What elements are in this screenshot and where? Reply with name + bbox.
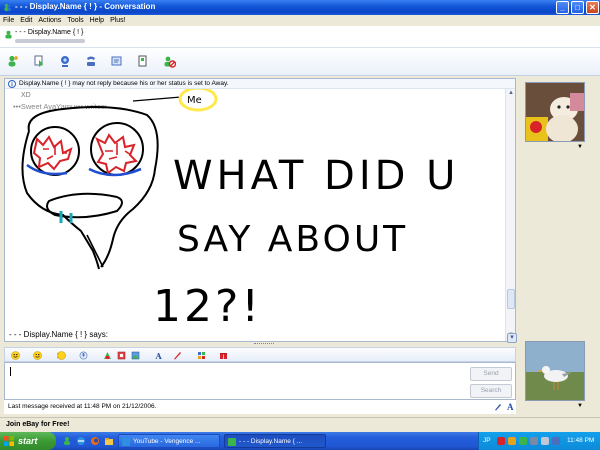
ink-line-3: 12?! — [153, 281, 262, 329]
contact-name[interactable]: - - - Display.Name { ! } — [15, 29, 83, 36]
photo-icon[interactable] — [131, 351, 140, 360]
webcam-icon[interactable] — [58, 54, 72, 68]
type-mode-icon[interactable]: A — [507, 402, 514, 412]
start-label: start — [18, 436, 38, 446]
system-tray: JP 11:48 PM — [478, 432, 600, 450]
minimize-button[interactable]: _ — [556, 1, 569, 14]
menu-tools[interactable]: Tools — [64, 15, 86, 26]
tray-network-icon[interactable] — [530, 437, 538, 445]
title-bar[interactable]: - - - Display.Name { ! } - Conversation … — [0, 0, 600, 15]
message-input[interactable] — [4, 362, 516, 400]
svg-text:A: A — [155, 351, 163, 360]
font-icon[interactable]: A — [155, 351, 164, 360]
contact-photo-icon — [526, 83, 584, 141]
tray-security-icon[interactable] — [508, 437, 516, 445]
color-palette-icon[interactable] — [197, 351, 206, 360]
voice-icon[interactable] — [84, 54, 98, 68]
contact-display-picture[interactable] — [525, 82, 585, 142]
status-line: Last message received at 11:48 PM on 21/… — [4, 400, 516, 414]
search-button[interactable]: Search — [470, 384, 512, 398]
history-scrollbar[interactable]: ▲ ▼ — [505, 89, 515, 341]
menu-edit[interactable]: Edit — [17, 15, 35, 26]
menu-actions[interactable]: Actions — [35, 15, 64, 26]
tray-misc-icon[interactable] — [552, 437, 560, 445]
splitter-grip[interactable] — [254, 343, 274, 345]
task-conversation[interactable]: - - - Display.Name { ... — [224, 434, 326, 448]
handwritten-ink-drawing: Me WHAT DID U SAY ABOUT 12?! — [21, 89, 459, 329]
maximize-button[interactable]: □ — [571, 1, 584, 14]
ink-line-2: SAY ABOUT — [177, 219, 408, 260]
gift-icon[interactable] — [219, 351, 228, 360]
scroll-thumb[interactable] — [507, 289, 515, 309]
block-icon[interactable] — [162, 54, 176, 68]
voice-clip-icon[interactable] — [79, 351, 88, 360]
nudge-icon[interactable] — [57, 351, 66, 360]
emoticon-icon[interactable] — [11, 351, 20, 360]
tray-messenger-icon[interactable] — [519, 437, 527, 445]
my-picture-menu-icon[interactable]: ▼ — [577, 403, 583, 409]
task-youtube-label: YouTube - Vengence ... — [133, 438, 201, 445]
invite-icon[interactable] — [6, 54, 20, 68]
handwriting-pen-icon[interactable] — [173, 351, 182, 360]
send-button[interactable]: Send — [470, 367, 512, 381]
text-caret — [10, 367, 11, 376]
info-icon — [8, 80, 16, 88]
window-title: - - - Display.Name { ! } - Conversation — [15, 2, 156, 11]
menu-file[interactable]: File — [0, 15, 17, 26]
task-conversation-label: - - - Display.Name { ... — [239, 438, 303, 445]
games-icon[interactable] — [136, 54, 150, 68]
contact-header: - - - Display.Name { ! } — [0, 26, 600, 48]
ink-line-1: WHAT DID U — [173, 153, 459, 199]
wink-icon[interactable] — [33, 351, 42, 360]
task-youtube[interactable]: YouTube - Vengence ... — [118, 434, 220, 448]
clock[interactable]: 11:48 PM — [567, 437, 594, 444]
messenger-task-icon — [228, 438, 236, 446]
away-status-message: Display.Name { ! } may not reply because… — [19, 80, 229, 87]
conversation-history[interactable]: Display.Name { ! } may not reply because… — [4, 78, 516, 342]
language-indicator[interactable]: JP — [483, 437, 491, 444]
folder-quicklaunch-icon[interactable] — [104, 436, 114, 446]
background-icon[interactable] — [103, 351, 112, 360]
contact-personal-message — [15, 39, 85, 43]
start-button[interactable]: start — [0, 432, 56, 450]
scroll-up-icon[interactable]: ▲ — [507, 89, 515, 97]
ad-link[interactable]: Join eBay for Free! — [6, 421, 69, 428]
advertisement-bar[interactable]: Join eBay for Free! — [0, 417, 600, 431]
input-toolbar: A — [4, 347, 516, 362]
browser-task-icon — [122, 438, 130, 446]
conversation-toolbar — [0, 48, 600, 76]
windows-flag-icon — [4, 436, 14, 446]
me-label: Me — [187, 95, 202, 106]
winks-icon[interactable] — [117, 351, 126, 360]
close-button[interactable]: ✕ — [586, 1, 599, 14]
contact-status-icon — [5, 30, 12, 39]
my-display-picture[interactable] — [525, 341, 585, 401]
menu-bar: File Edit Actions Tools Help Plus! — [0, 15, 600, 26]
menu-plus[interactable]: Plus! — [107, 15, 129, 26]
activities-icon[interactable] — [110, 54, 124, 68]
sender-says-line: - - - Display.Name { ! } says: — [9, 330, 108, 339]
last-message-status: Last message received at 11:48 PM on 21/… — [8, 403, 157, 410]
tray-app-icon[interactable] — [497, 437, 505, 445]
taskbar: start YouTube - Vengence ... - - - Displ… — [0, 432, 600, 450]
status-info-bar: Display.Name { ! } may not reply because… — [5, 79, 515, 89]
messenger-quicklaunch-icon[interactable] — [62, 436, 72, 446]
messenger-icon — [4, 3, 12, 12]
internet-explorer-icon[interactable] — [76, 436, 86, 446]
menu-help[interactable]: Help — [87, 15, 107, 26]
send-files-icon[interactable] — [32, 54, 46, 68]
contact-picture-menu-icon[interactable]: ▼ — [577, 144, 583, 150]
handwriting-mode-icon[interactable] — [494, 403, 502, 411]
my-photo-icon — [526, 342, 584, 400]
firefox-icon[interactable] — [90, 436, 100, 446]
tray-volume-icon[interactable] — [541, 437, 549, 445]
